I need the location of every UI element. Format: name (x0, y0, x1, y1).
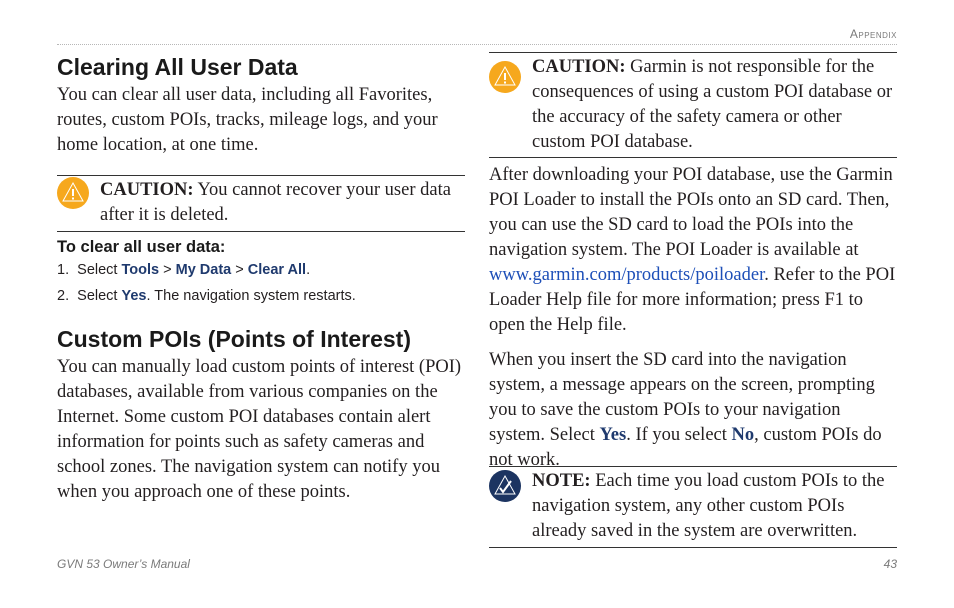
paragraph-text: . If you select (626, 425, 732, 445)
caution-notice-poi: CAUTION: Garmin is not responsible for t… (489, 52, 897, 158)
clearing-intro: You can clear all user data, including a… (57, 85, 438, 155)
step-text: Select (77, 288, 122, 304)
note-label: NOTE: (532, 471, 591, 491)
section-title-clearing: Clearing All User Data (57, 54, 298, 80)
caution-icon (489, 61, 521, 93)
note-notice: NOTE: Each time you load custom POIs to … (489, 466, 897, 548)
ui-term-clear-all: Clear All (247, 262, 307, 278)
caution-label: CAUTION: (100, 180, 194, 200)
ui-term-no: No (731, 425, 755, 445)
step-number: 2. (57, 288, 70, 304)
ui-term-yes: Yes (599, 425, 627, 445)
sd-card-paragraph: When you insert the SD card into the nav… (489, 348, 897, 473)
ui-term-my-data: My Data (175, 262, 232, 278)
procedure-title: To clear all user data: (57, 238, 226, 256)
step-text: . (306, 262, 311, 278)
step-separator: > (159, 262, 176, 278)
ui-term-yes: Yes (121, 288, 147, 304)
section-title-custom-pois: Custom POIs (Points of Interest) (57, 326, 411, 352)
step-separator: > (231, 262, 248, 278)
step-text: Select (77, 262, 122, 278)
caution-text: CAUTION: You cannot recover your user da… (100, 176, 465, 232)
section-header: Appendix (849, 27, 897, 41)
ui-term-tools: Tools (121, 262, 160, 278)
poi-loader-link[interactable]: www.garmin.com/products/poiloader (489, 265, 764, 285)
caution-text: CAUTION: Garmin is not responsible for t… (532, 53, 897, 159)
header-divider (57, 44, 897, 45)
paragraph-text: After downloading your POI database, use… (489, 165, 893, 260)
note-check-icon (489, 470, 521, 502)
footer-page-number: 43 (883, 557, 897, 571)
step-text: . The navigation system restarts. (146, 288, 356, 304)
step-number: 1. (57, 262, 70, 278)
caution-notice-clear: CAUTION: You cannot recover your user da… (57, 175, 465, 232)
custom-pois-body: You can manually load custom points of i… (57, 357, 462, 502)
caution-icon (57, 177, 89, 209)
note-text: NOTE: Each time you load custom POIs to … (532, 467, 897, 548)
procedure-step-2: 2. Select Yes. The navigation system res… (57, 288, 356, 304)
footer-manual-title: GVN 53 Owner’s Manual (57, 557, 190, 571)
poi-loader-paragraph: After downloading your POI database, use… (489, 163, 897, 338)
caution-label: CAUTION: (532, 57, 626, 77)
procedure-step-1: 1. Select Tools > My Data > Clear All. (57, 262, 310, 278)
